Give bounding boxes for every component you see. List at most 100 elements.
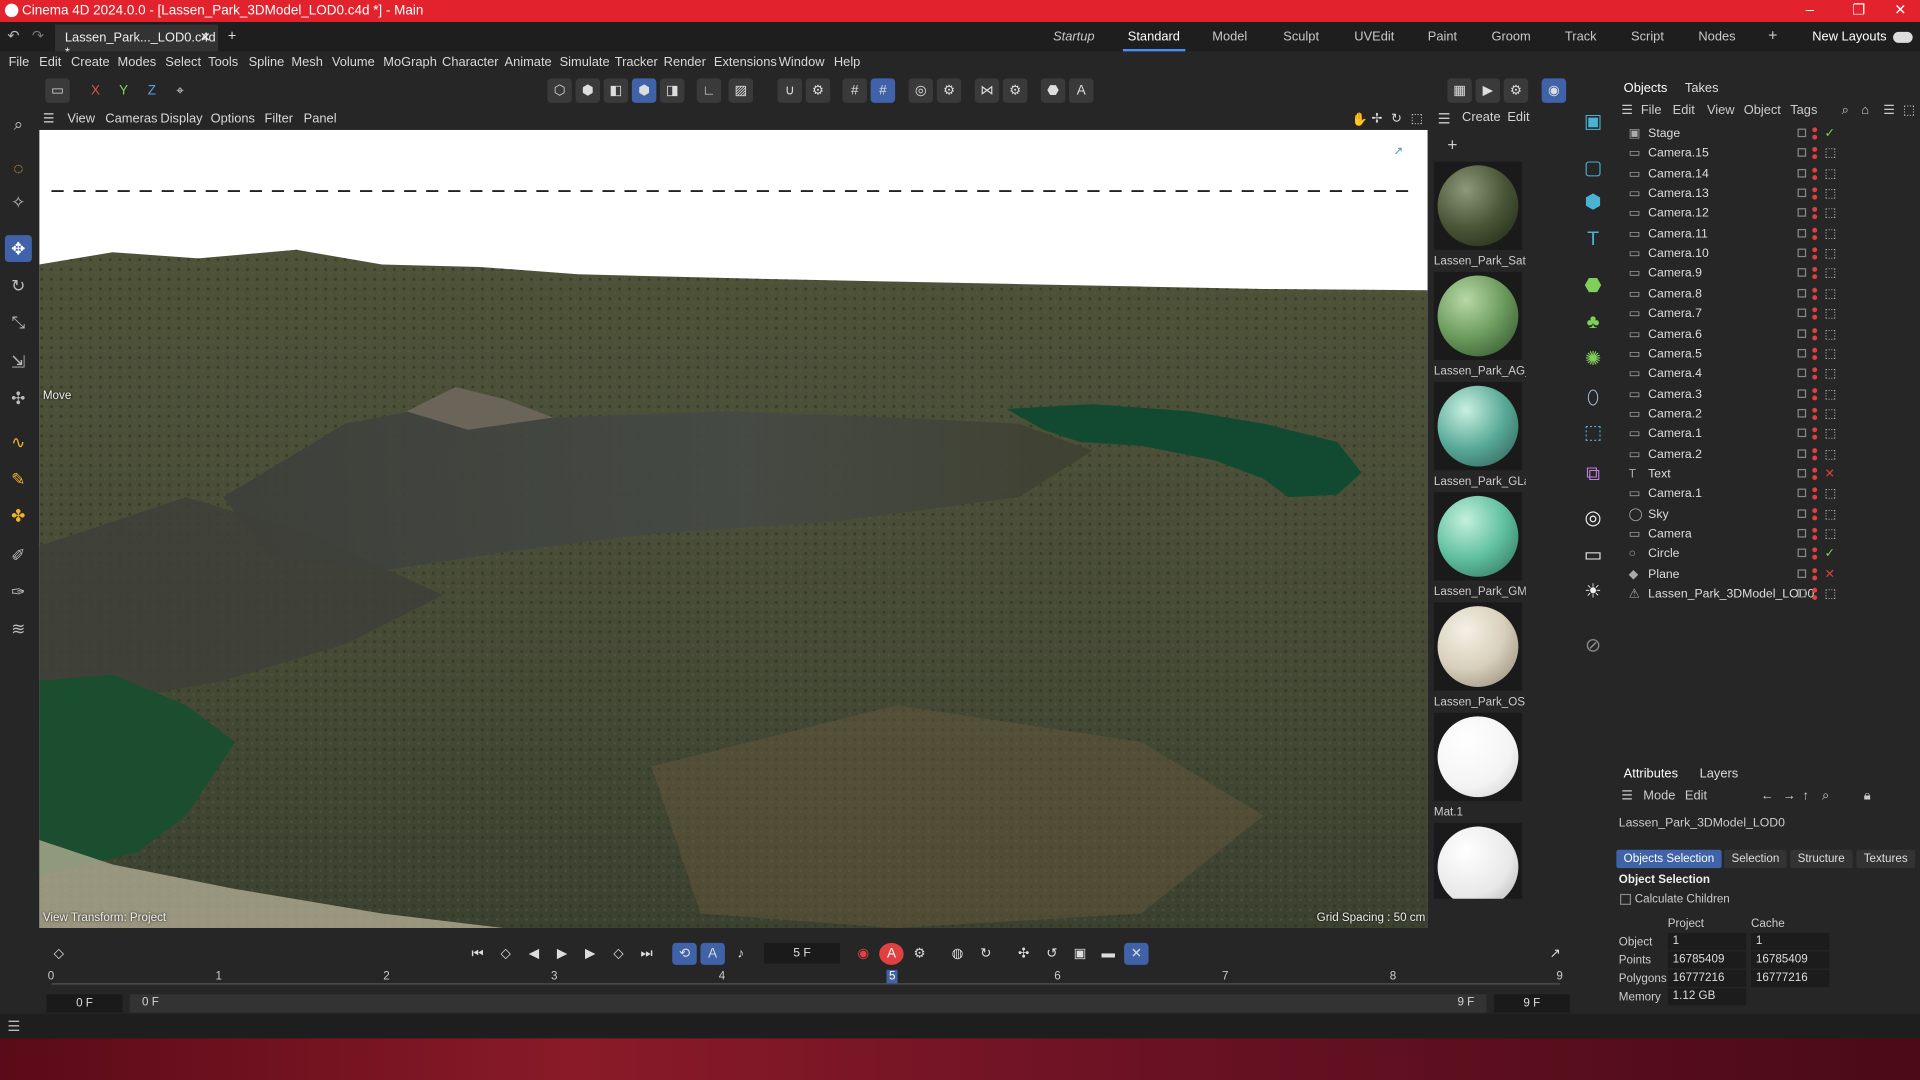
- object-tag-icon[interactable]: ⬚: [1825, 508, 1837, 521]
- object-tag-icon[interactable]: ⬚: [1825, 408, 1837, 421]
- move-tool-icon[interactable]: ✥: [4, 235, 32, 263]
- object-row[interactable]: ▭ Camera.9 ⬚: [1614, 265, 1920, 285]
- go-to-end-icon[interactable]: ⏭: [634, 943, 658, 965]
- layer-visibility-icon[interactable]: [1797, 328, 1807, 338]
- search-icon[interactable]: ⌕: [1842, 103, 1849, 119]
- layer-visibility-icon[interactable]: [1797, 408, 1807, 418]
- layer-visibility-icon[interactable]: [1797, 148, 1807, 158]
- object-row[interactable]: ▭ Camera.10 ⬚: [1614, 245, 1920, 265]
- editor-render-visibility-icon[interactable]: [1812, 387, 1818, 403]
- menu-animate[interactable]: Animate: [504, 55, 551, 70]
- spline-pen-icon[interactable]: ∿: [5, 429, 32, 456]
- sculpt-tool-icon[interactable]: ≋: [5, 615, 32, 642]
- prev-key-icon[interactable]: ◇: [493, 943, 517, 965]
- redo-icon[interactable]: ↷: [32, 27, 44, 44]
- subtab-textures[interactable]: Textures: [1856, 849, 1916, 869]
- lock-icon[interactable]: 🔒︎: [1864, 789, 1871, 805]
- rotate-tool-icon[interactable]: ↻: [5, 272, 32, 299]
- key-position-icon[interactable]: ◍: [945, 943, 969, 965]
- layout-track[interactable]: Track: [1565, 29, 1597, 44]
- menu-render[interactable]: Render: [664, 55, 706, 70]
- object-row[interactable]: ▣ Stage ✓: [1614, 125, 1920, 145]
- object-tag-icon[interactable]: ⬚: [1825, 528, 1837, 541]
- render-settings-icon[interactable]: ⚙: [936, 78, 962, 103]
- object-tag-icon[interactable]: ⬚: [1825, 448, 1837, 461]
- polygons-mode-icon[interactable]: ◧: [603, 78, 629, 103]
- attr-menu-edit[interactable]: Edit: [1685, 789, 1707, 804]
- menu-select[interactable]: Select: [165, 55, 201, 70]
- object-tag-icon[interactable]: ⬚: [1825, 388, 1837, 401]
- attr-menu-mode[interactable]: Mode: [1643, 789, 1675, 804]
- y-axis-lock[interactable]: Y: [111, 78, 135, 102]
- volume-object-icon[interactable]: ⬚: [1578, 419, 1607, 448]
- layout-paint[interactable]: Paint: [1428, 29, 1457, 44]
- object-row[interactable]: ▭ Camera.3 ⬚: [1614, 385, 1920, 405]
- field-object-icon[interactable]: ⬯: [1578, 384, 1607, 413]
- object-row[interactable]: ▭ Camera.1 ⬚: [1614, 425, 1920, 445]
- object-tag-icon[interactable]: ⬚: [1825, 187, 1837, 200]
- scale-tool-icon[interactable]: ⤡: [5, 309, 32, 336]
- playhead[interactable]: 5: [886, 969, 898, 984]
- menu-character[interactable]: Character: [442, 55, 498, 70]
- layout-standard[interactable]: Standard: [1122, 29, 1185, 52]
- object-tag-icon[interactable]: ⬚: [1825, 428, 1837, 441]
- go-to-start-icon[interactable]: ⏮: [465, 943, 489, 965]
- placement-tool-icon[interactable]: ✣: [5, 384, 32, 411]
- obj-menu-object[interactable]: Object: [1744, 103, 1781, 118]
- object-tag-icon[interactable]: ⬚: [1825, 488, 1837, 501]
- tab-layers[interactable]: Layers: [1700, 767, 1739, 782]
- vp-menu-view[interactable]: View: [67, 111, 95, 126]
- menu-create[interactable]: Create: [71, 55, 110, 70]
- status-menu-icon[interactable]: ☰: [7, 1018, 20, 1035]
- object-row[interactable]: ▭ Camera ⬚: [1614, 525, 1920, 545]
- menu-file[interactable]: File: [9, 55, 30, 70]
- object-tag-icon[interactable]: ✓: [1825, 127, 1835, 140]
- editor-render-visibility-icon[interactable]: [1812, 227, 1818, 242]
- editor-render-visibility-icon[interactable]: [1812, 507, 1818, 523]
- material-thumb[interactable]: [1433, 492, 1523, 581]
- layer-visibility-icon[interactable]: [1797, 528, 1807, 538]
- object-tag-icon[interactable]: ⬚: [1825, 288, 1837, 301]
- editor-render-visibility-icon[interactable]: [1812, 567, 1818, 583]
- layer-visibility-icon[interactable]: [1797, 488, 1807, 498]
- up-arrow-icon[interactable]: ↑: [1802, 789, 1808, 804]
- layer-visibility-icon[interactable]: [1797, 468, 1807, 478]
- model-mode-icon[interactable]: ⬢: [631, 78, 657, 103]
- add-tab-button[interactable]: +: [228, 27, 237, 44]
- menu-spline[interactable]: Spline: [249, 55, 285, 70]
- home-icon[interactable]: ⌂: [1861, 103, 1869, 118]
- key-pla-icon[interactable]: ▣: [1068, 943, 1092, 965]
- material-thumb[interactable]: [1433, 271, 1523, 361]
- editor-render-visibility-icon[interactable]: [1812, 247, 1818, 262]
- menu-simulate[interactable]: Simulate: [560, 55, 610, 70]
- object-tag-icon[interactable]: ⬚: [1825, 328, 1837, 341]
- tab-takes[interactable]: Takes: [1685, 81, 1719, 96]
- layout-startup[interactable]: Startup: [1053, 29, 1094, 44]
- editor-render-visibility-icon[interactable]: [1812, 487, 1818, 503]
- close-icon[interactable]: ✕: [1876, 0, 1920, 22]
- selection-tools-icon[interactable]: ✧: [5, 189, 32, 216]
- object-row[interactable]: ▭ Camera.1 ⬚: [1614, 485, 1920, 505]
- document-tab[interactable]: Lassen_Park..._LOD0.c4d *✕: [55, 24, 218, 60]
- calculate-children-checkbox[interactable]: [1620, 893, 1632, 905]
- editor-render-visibility-icon[interactable]: [1812, 347, 1818, 363]
- object-row[interactable]: ⚠ Lassen_Park_3DModel_LOD0 ⬚: [1614, 585, 1920, 605]
- object-row[interactable]: ▭ Camera.12 ⬚: [1614, 205, 1920, 225]
- object-menu-icon[interactable]: ☰: [1621, 103, 1633, 118]
- redshift-icon[interactable]: ◉: [1541, 78, 1567, 103]
- object-tag-icon[interactable]: ✕: [1825, 468, 1835, 481]
- material-thumb[interactable]: [1433, 161, 1523, 250]
- layer-visibility-icon[interactable]: [1797, 268, 1807, 278]
- menu-mesh[interactable]: Mesh: [291, 55, 322, 70]
- subtab-selection[interactable]: Selection: [1724, 849, 1787, 869]
- next-key-icon[interactable]: ◇: [606, 943, 630, 965]
- light-object-icon[interactable]: ☀: [1578, 578, 1607, 607]
- current-frame-field[interactable]: 5 F: [764, 942, 841, 964]
- minimize-icon[interactable]: –: [1785, 0, 1834, 22]
- undo-history-icon[interactable]: ▭: [45, 78, 70, 103]
- attributes-menu-icon[interactable]: ☰: [1621, 789, 1633, 804]
- object-row[interactable]: ◆ Plane ✕: [1614, 565, 1920, 585]
- menu-modes[interactable]: Modes: [118, 55, 157, 70]
- key-rotation-icon[interactable]: ↻: [973, 943, 997, 965]
- transfer-tool-icon[interactable]: ⇲: [5, 348, 32, 375]
